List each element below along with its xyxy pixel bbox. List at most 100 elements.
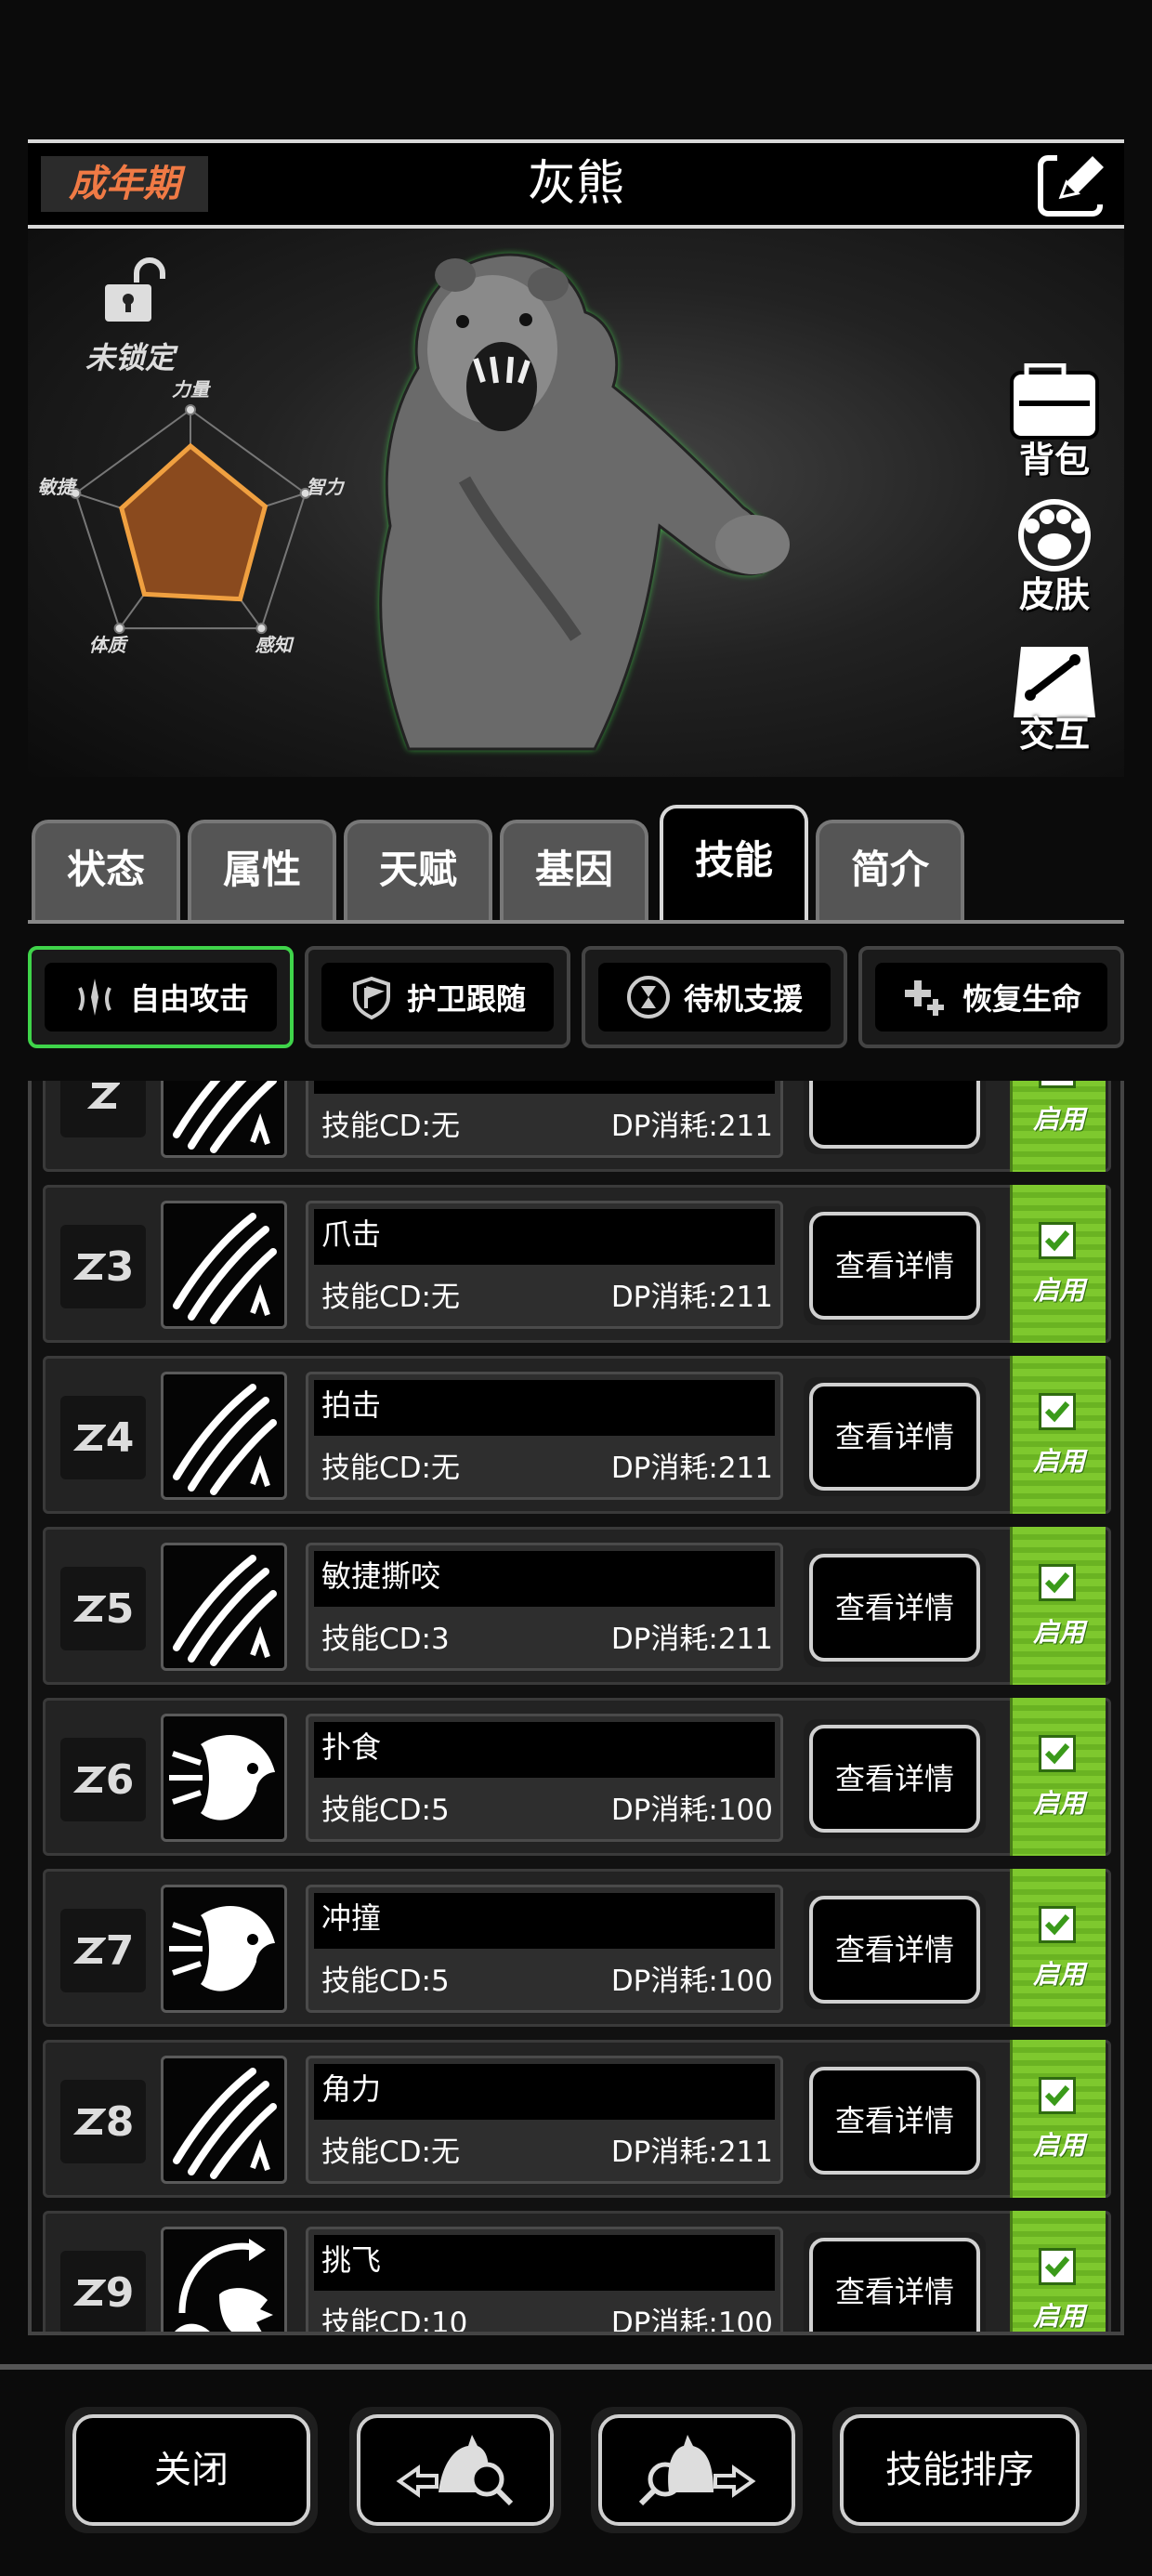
skill-name: 扑食	[314, 1722, 775, 1778]
skill-slot: 3	[60, 1225, 146, 1308]
attack-icon	[78, 979, 111, 1016]
claw-icon	[173, 1213, 277, 1324]
view-details-label: 查看详情	[809, 2067, 980, 2175]
skill-icon-frame	[161, 1885, 287, 2013]
skill-slot: 9	[60, 2251, 146, 2332]
mode-label: 恢复生命	[962, 981, 1081, 1017]
toss-icon	[175, 2239, 273, 2332]
enable-toggle[interactable]: 启用	[1010, 1185, 1106, 1343]
skill-slot: 6	[60, 1738, 146, 1821]
previous-pet-button[interactable]	[349, 2407, 561, 2533]
tab-attributes[interactable]: 属性	[188, 820, 336, 920]
skill-dp-cost: DP消耗:211	[610, 1623, 773, 1656]
enable-toggle[interactable]: 启用	[1010, 1356, 1106, 1514]
sleep-z-icon	[86, 1083, 120, 1109]
enable-toggle[interactable]: 启用	[1010, 2211, 1106, 2332]
checkbox-icon	[1039, 2248, 1076, 2285]
claw-icon	[173, 1081, 277, 1153]
skill-dp-cost: DP消耗:100	[610, 2307, 773, 2335]
header-bar: 灰熊 成年期	[28, 139, 1124, 229]
close-button[interactable]: 关闭	[65, 2407, 318, 2533]
shield-flag-icon	[352, 976, 390, 1019]
view-details-label: 查看详情	[809, 2238, 980, 2332]
enable-toggle[interactable]: 启用	[1010, 1527, 1106, 1685]
skill-row: 5 敏捷撕咬 技能CD:3 DP消耗:211 查看详情 启用	[43, 1527, 1111, 1685]
view-details-button[interactable]: 查看详情	[804, 1548, 986, 1667]
view-details-button[interactable]: 查看详情	[804, 1206, 986, 1325]
skill-dp-cost: DP消耗:211	[610, 1281, 773, 1314]
checkbox-icon	[1039, 1564, 1076, 1601]
skill-icon-frame	[161, 2056, 287, 2184]
pet-showcase: 未锁定 力量 智力 感知 体质 敏捷 背包 皮肤 交互	[28, 229, 1124, 777]
enable-label: 启用	[1032, 1275, 1085, 1306]
skin-label: 皮肤	[1018, 574, 1090, 615]
view-details-button[interactable]: 查看详情	[804, 2232, 986, 2332]
sleep-z-icon	[72, 1767, 106, 1793]
growth-stage-badge: 成年期	[41, 156, 208, 212]
skill-name: 敏捷撕咬	[314, 1551, 775, 1607]
skill-row: 7 冲撞 技能CD:5 DP消耗:100 查看详情启用	[43, 1869, 1111, 2027]
close-label: 关闭	[72, 2414, 310, 2526]
radar-vertex	[255, 623, 268, 635]
skill-info: 冲撞 技能CD:5 DP消耗:100	[306, 1885, 783, 2013]
skill-slot	[60, 1081, 146, 1137]
skill-row: 8 角力 技能CD:无 DP消耗:211 查看详情 启用	[43, 2040, 1111, 2198]
lock-toggle[interactable]: 未锁定	[74, 256, 186, 377]
pounce-icon	[169, 1735, 275, 1820]
claw-icon	[173, 1555, 277, 1666]
sleep-z-icon	[72, 1254, 106, 1280]
skill-dp-cost: DP消耗:211	[610, 1110, 773, 1143]
view-details-label: 查看详情	[809, 1383, 980, 1491]
skill-info: 敏捷撕咬 技能CD:3 DP消耗:211	[306, 1543, 783, 1671]
enable-toggle[interactable]: 启用	[1010, 1869, 1106, 2027]
mode-guard-follow-button[interactable]: 护卫跟随	[305, 946, 570, 1048]
skill-info: 拍击技能CD:无 DP消耗:211	[306, 1372, 783, 1500]
enable-toggle[interactable]: 启用	[1010, 1081, 1106, 1172]
checkbox-icon	[1039, 1393, 1076, 1430]
skill-slot-number: 5	[105, 1584, 135, 1633]
tab-skills[interactable]: 技能	[660, 805, 808, 920]
skill-icon-frame	[161, 1201, 287, 1329]
edit-name-button[interactable]	[1035, 149, 1111, 219]
view-details-label: 查看详情	[809, 1725, 980, 1833]
tab-status[interactable]: 状态	[32, 820, 180, 920]
enable-label: 启用	[1032, 1104, 1085, 1135]
enable-toggle[interactable]: 启用	[1010, 2040, 1106, 2198]
checkbox-icon	[1039, 1735, 1076, 1772]
view-details-button[interactable]: 查看详情	[804, 2061, 986, 2180]
mode-label: 待机支援	[683, 981, 803, 1017]
skill-info: 技能CD:无 DP消耗:211	[306, 1081, 783, 1158]
interact-button[interactable]: 交互	[994, 637, 1115, 758]
skill-name: 拍击	[314, 1380, 775, 1436]
checkbox-icon	[1039, 1081, 1076, 1088]
tab-intro[interactable]: 简介	[816, 820, 964, 920]
enable-toggle[interactable]: 启用	[1010, 1698, 1106, 1856]
skill-sort-label: 技能排序	[840, 2414, 1080, 2526]
skill-cooldown: 技能CD:无	[321, 1452, 460, 1485]
tab-talents[interactable]: 天赋	[344, 820, 492, 920]
skin-button[interactable]: 皮肤	[994, 498, 1115, 619]
footer-divider	[0, 2364, 1152, 2370]
backpack-button[interactable]: 背包	[994, 362, 1115, 484]
skill-list[interactable]: 技能CD:无 DP消耗:211 启用 3 爪击 技能CD:无 DP消耗:211 查看详情 启用 4…	[28, 1081, 1124, 2335]
skill-dp-cost: DP消耗:211	[610, 1452, 773, 1485]
skill-name: 挑飞	[314, 2235, 775, 2291]
view-details-button[interactable]	[804, 1081, 986, 1154]
checkbox-icon	[1039, 1906, 1076, 1943]
mode-restore-health-button[interactable]: 恢复生命	[858, 946, 1124, 1048]
skill-icon-frame	[161, 2227, 287, 2332]
skill-sort-button[interactable]: 技能排序	[832, 2407, 1087, 2533]
mode-free-attack-button[interactable]: 自由攻击	[28, 946, 294, 1048]
skill-row: 3 爪击 技能CD:无 DP消耗:211 查看详情 启用	[43, 1185, 1111, 1343]
enable-label: 启用	[1032, 1959, 1085, 1990]
skill-row: 4 拍击 技能CD:无 DP消耗:211 查看详情 启用	[43, 1356, 1111, 1514]
view-details-button[interactable]: 查看详情	[804, 1719, 986, 1838]
view-details-button[interactable]: 查看详情	[804, 1377, 986, 1496]
skill-slot-number: 7	[105, 1926, 135, 1975]
next-pet-button[interactable]	[591, 2407, 803, 2533]
skill-cooldown: 技能CD:无	[321, 1281, 460, 1314]
mode-standby-support-button[interactable]: 待机支援	[582, 946, 847, 1048]
view-details-button[interactable]: 查看详情	[804, 1890, 986, 2009]
tab-genes[interactable]: 基因	[500, 820, 648, 920]
claw-icon	[173, 2068, 277, 2179]
